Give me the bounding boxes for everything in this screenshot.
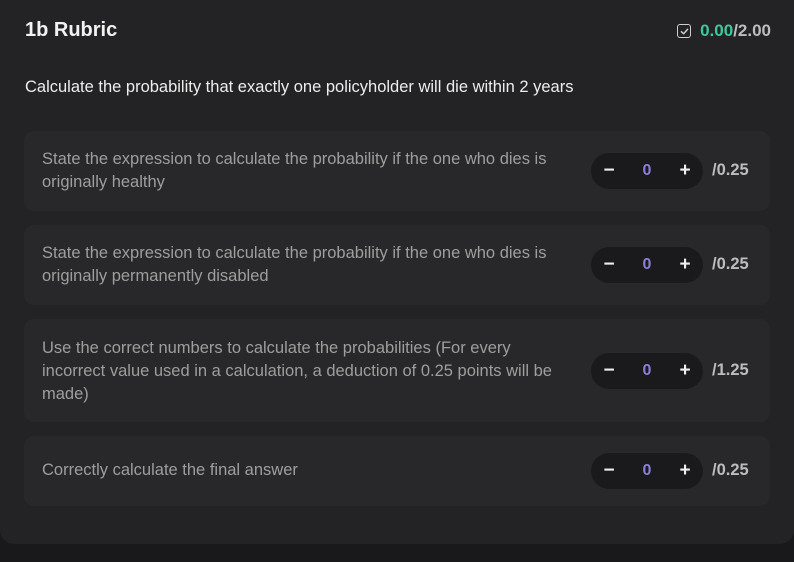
criterion-text: State the expression to calculate the pr… [42,150,547,191]
max-points: /0.25 [712,255,749,273]
increment-button[interactable]: + [677,247,693,283]
criterion-card: Use the correct numbers to calculate the… [24,319,770,422]
criterion-text: Correctly calculate the final answer [42,461,298,479]
score-stepper: − 0 + [591,453,703,489]
question-text: Calculate the probability that exactly o… [25,78,574,96]
score-value: 0.00 [700,21,734,40]
score-stepper: − 0 + [591,353,703,389]
criterion-card: State the expression to calculate the pr… [24,131,770,211]
rubric-title: 1b Rubric [25,19,118,41]
increment-button[interactable]: + [677,353,693,389]
criterion-card: State the expression to calculate the pr… [24,225,770,305]
score-stepper: − 0 + [591,247,703,283]
stepper-value[interactable]: 0 [643,462,652,480]
decrement-button[interactable]: − [601,353,617,389]
criterion-text: State the expression to calculate the pr… [42,244,547,285]
max-points: /0.25 [712,161,749,179]
score-summary: 0.00 /2.00 [677,21,771,41]
max-points: /1.25 [712,361,749,379]
decrement-button[interactable]: − [601,453,617,489]
decrement-button[interactable]: − [601,247,617,283]
increment-button[interactable]: + [677,453,693,489]
max-points: /0.25 [712,461,749,479]
stepper-value[interactable]: 0 [643,256,652,274]
score-stepper: − 0 + [591,153,703,189]
stepper-value[interactable]: 0 [643,362,652,380]
criterion-text: Use the correct numbers to calculate the… [42,339,552,403]
decrement-button[interactable]: − [601,153,617,189]
checkbox-check-icon [677,24,692,38]
rubric-panel: 1b Rubric 0.00 /2.00 Calculate the proba… [0,0,794,544]
stepper-value[interactable]: 0 [643,162,652,180]
increment-button[interactable]: + [677,153,693,189]
score-total: /2.00 [733,21,771,40]
criterion-card: Correctly calculate the final answer − 0… [24,436,770,506]
